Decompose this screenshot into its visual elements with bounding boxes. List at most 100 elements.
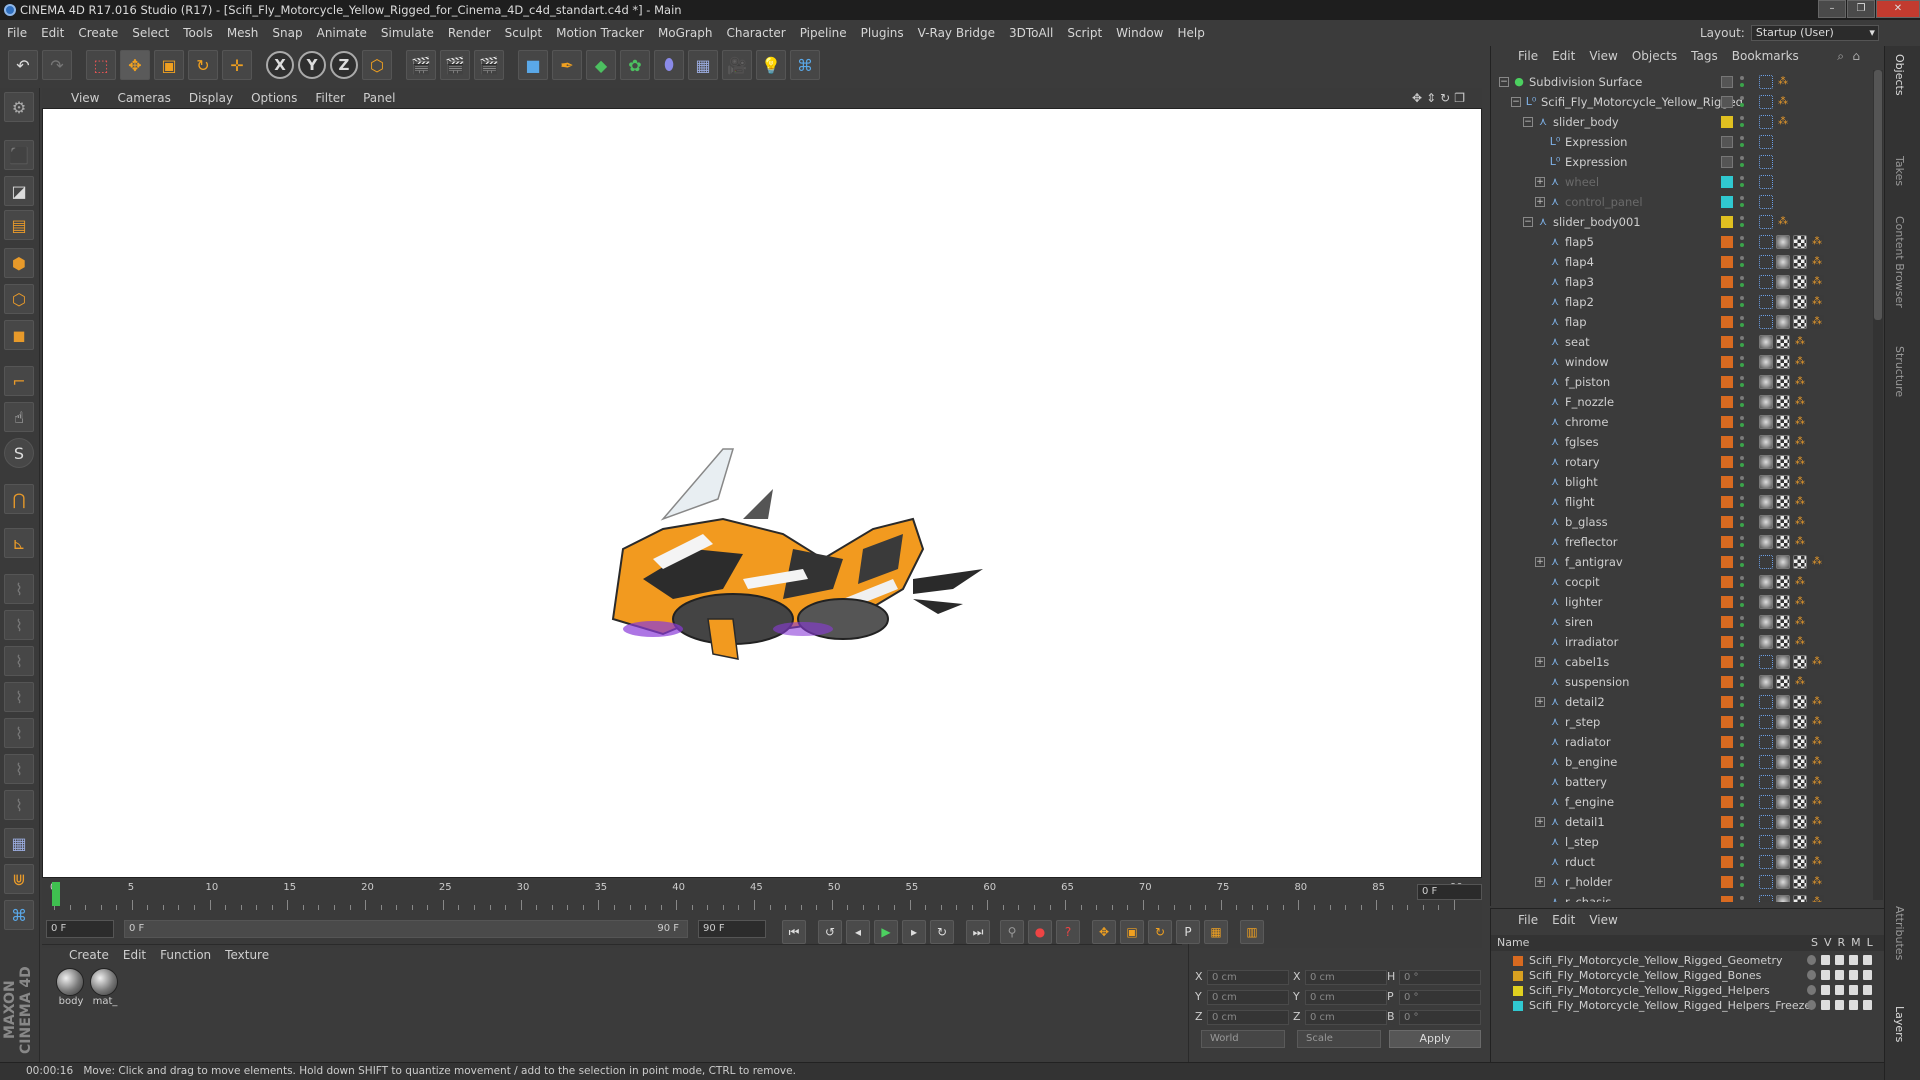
phong-tag-icon[interactable] — [1776, 235, 1790, 249]
object-row[interactable]: ⋏ r_step ⁂ — [1491, 712, 1885, 732]
layer-color-swatch[interactable] — [1721, 516, 1733, 528]
phong-tag-icon[interactable] — [1776, 875, 1790, 889]
timeline-window-icon[interactable]: ▥ — [1240, 920, 1264, 944]
visibility-dots[interactable] — [1739, 676, 1745, 688]
phong-tag-icon[interactable] — [1776, 855, 1790, 869]
key-rotation-icon[interactable]: ↻ — [1148, 920, 1172, 944]
motion-record-icon[interactable]: ⚲ — [1000, 920, 1024, 944]
texture-tag-icon[interactable] — [1776, 395, 1790, 409]
sculpt-flatten-icon[interactable]: ⌇ — [4, 682, 34, 712]
visibility-dots[interactable] — [1739, 716, 1745, 728]
object-row[interactable]: ⋏ battery ⁂ — [1491, 772, 1885, 792]
play-icon[interactable]: ▶ — [874, 920, 898, 944]
layer-color-swatch[interactable] — [1721, 176, 1733, 188]
viewport-menu-display[interactable]: Display — [180, 91, 242, 105]
timeline-ruler[interactable]: 051015202530354045505560657075808590 — [42, 880, 1482, 914]
layer-menu-edit[interactable]: Edit — [1545, 913, 1582, 927]
texture-tag-icon[interactable] — [1776, 335, 1790, 349]
texture-tag-icon[interactable] — [1793, 235, 1807, 249]
joint-tool-icon[interactable]: ⊾ — [4, 528, 34, 558]
next-frame-icon[interactable]: ▸ — [902, 920, 926, 944]
sculpt-inflate-icon[interactable]: ⌇ — [4, 718, 34, 748]
xpresso-tag-icon[interactable] — [1759, 315, 1773, 329]
phong-tag-icon[interactable] — [1759, 615, 1773, 629]
object-menu-bookmarks[interactable]: Bookmarks — [1725, 49, 1806, 63]
texture-tag-icon[interactable] — [1793, 315, 1807, 329]
xpresso-tag-icon[interactable] — [1759, 195, 1773, 209]
layer-flag-toggle-icon[interactable] — [1821, 985, 1830, 995]
visibility-dots[interactable] — [1739, 896, 1745, 902]
xpresso-tag-icon[interactable] — [1759, 275, 1773, 289]
layer-color-swatch[interactable] — [1721, 376, 1733, 388]
visibility-dots[interactable] — [1739, 236, 1745, 248]
layer-color-chip[interactable] — [1513, 986, 1523, 996]
layout-dropdown[interactable]: Startup (User) ▾ — [1750, 25, 1879, 41]
visibility-dots[interactable] — [1739, 756, 1745, 768]
phong-tag-icon[interactable] — [1759, 575, 1773, 589]
object-row[interactable]: ⋏ flap4 ⁂ — [1491, 252, 1885, 272]
ik-tag-icon[interactable]: ⁂ — [1793, 635, 1807, 649]
phong-tag-icon[interactable] — [1776, 695, 1790, 709]
record-keys-icon[interactable]: ● — [1028, 920, 1052, 944]
xpresso-tag-icon[interactable] — [1759, 95, 1773, 109]
menu-plugins[interactable]: Plugins — [854, 26, 911, 40]
phong-tag-icon[interactable] — [1776, 715, 1790, 729]
ik-tag-icon[interactable]: ⁂ — [1793, 575, 1807, 589]
ik-tag-icon[interactable]: ⁂ — [1776, 75, 1790, 89]
workplane-mode-icon[interactable]: ▤ — [4, 210, 34, 240]
phong-tag-icon[interactable] — [1759, 355, 1773, 369]
xpresso-tag-icon[interactable] — [1759, 75, 1773, 89]
layer-flag-toggle-icon[interactable] — [1863, 1000, 1872, 1010]
object-row[interactable]: ⋏ r_chasis ⁂ — [1491, 892, 1885, 902]
texture-tag-icon[interactable] — [1793, 815, 1807, 829]
xpresso-tag-icon[interactable] — [1759, 795, 1773, 809]
layer-color-swatch[interactable] — [1721, 476, 1733, 488]
texture-tag-icon[interactable] — [1793, 735, 1807, 749]
texture-mode-icon[interactable]: ◪ — [4, 176, 34, 206]
visibility-dots[interactable] — [1739, 176, 1745, 188]
restore-icon[interactable]: ❐ — [1847, 0, 1875, 18]
menu-animate[interactable]: Animate — [310, 26, 374, 40]
sculpt-grab-icon[interactable]: ⌇ — [4, 754, 34, 784]
ik-tag-icon[interactable]: ⁂ — [1810, 735, 1824, 749]
pos-y-field[interactable]: 0 cm — [1207, 990, 1289, 1005]
ik-tag-icon[interactable]: ⁂ — [1793, 515, 1807, 529]
xpresso-tag-icon[interactable] — [1759, 115, 1773, 129]
object-row[interactable]: − ⋏ slider_body ⁂ — [1491, 112, 1885, 132]
expand-toggle-icon[interactable]: + — [1535, 697, 1545, 707]
side-tab-structure[interactable]: Structure — [1893, 346, 1906, 397]
layer-color-swatch[interactable] — [1721, 696, 1733, 708]
layer-color-swatch[interactable] — [1721, 556, 1733, 568]
light-icon[interactable]: 💡 — [756, 50, 786, 80]
object-row[interactable]: ⋏ blight ⁂ — [1491, 472, 1885, 492]
viewport-menu-cameras[interactable]: Cameras — [108, 91, 179, 105]
object-row[interactable]: ⋏ l_step ⁂ — [1491, 832, 1885, 852]
expand-toggle-icon[interactable]: + — [1535, 877, 1545, 887]
ik-tag-icon[interactable]: ⁂ — [1793, 335, 1807, 349]
ik-tag-icon[interactable]: ⁂ — [1810, 775, 1824, 789]
visibility-dots[interactable] — [1739, 776, 1745, 788]
phong-tag-icon[interactable] — [1776, 555, 1790, 569]
xpresso-tag-icon[interactable] — [1759, 695, 1773, 709]
pan-icon[interactable]: ✥ — [1412, 91, 1422, 105]
object-row[interactable]: ⋏ rduct ⁂ — [1491, 852, 1885, 872]
ik-tag-icon[interactable]: ⁂ — [1793, 535, 1807, 549]
subdivision-generator-icon[interactable]: ◆ — [586, 50, 616, 80]
layer-flag-toggle-icon[interactable] — [1835, 955, 1844, 965]
end-frame-field[interactable]: 90 F — [698, 920, 766, 938]
phong-tag-icon[interactable] — [1759, 435, 1773, 449]
layer-flag-toggle-icon[interactable] — [1821, 955, 1830, 965]
ik-tag-icon[interactable]: ⁂ — [1810, 275, 1824, 289]
menu-help[interactable]: Help — [1170, 26, 1211, 40]
texture-tag-icon[interactable] — [1776, 515, 1790, 529]
sculpt-smooth-icon[interactable]: ⌇ — [4, 646, 34, 676]
checkerboard-icon[interactable]: ▦ — [4, 828, 34, 858]
layer-horizontal-scrollbar[interactable] — [1490, 1062, 1884, 1080]
layer-color-swatch[interactable] — [1721, 196, 1733, 208]
brush-tool-icon[interactable]: ⌇ — [4, 574, 34, 604]
menu-3dtoall[interactable]: 3DToAll — [1002, 26, 1060, 40]
expand-toggle-icon[interactable]: + — [1535, 817, 1545, 827]
cube-primitive-icon[interactable]: ■ — [518, 50, 548, 80]
visibility-dots[interactable] — [1739, 496, 1745, 508]
layer-color-swatch[interactable] — [1721, 796, 1733, 808]
